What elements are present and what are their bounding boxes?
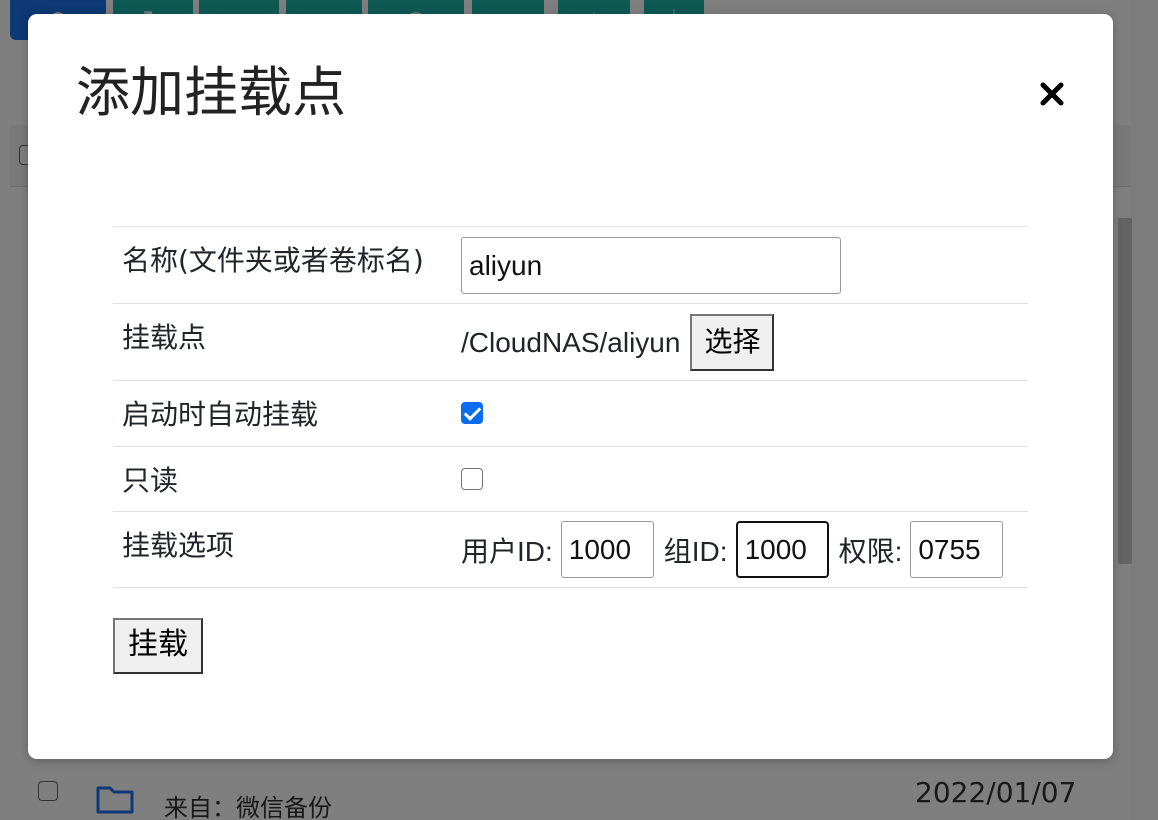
form-row-auto-mount: 启动时自动挂载	[113, 380, 1028, 447]
mount-form: 名称(文件夹或者卷标名) 挂载点 /CloudNAS/aliyun 选择 启动时自…	[113, 226, 1028, 588]
permission-input[interactable]	[910, 521, 1004, 578]
group-id-input[interactable]	[735, 521, 829, 578]
permission-label: 权限:	[838, 535, 903, 567]
mount-options-group: 用户ID: 组ID: 权限:	[461, 512, 1028, 587]
mount-button[interactable]: 挂载	[113, 618, 203, 674]
name-label: 名称(文件夹或者卷标名)	[113, 226, 452, 304]
group-id-label: 组ID:	[663, 535, 728, 567]
mount-point-path: /CloudNAS/aliyun	[461, 327, 681, 358]
read-only-checkbox[interactable]	[461, 468, 483, 490]
form-row-read-only: 只读	[113, 446, 1028, 512]
mount-point-label: 挂载点	[113, 303, 452, 381]
auto-mount-label: 启动时自动挂载	[113, 380, 452, 447]
auto-mount-checkbox[interactable]	[461, 402, 483, 424]
user-id-input[interactable]	[560, 521, 654, 578]
close-icon[interactable]	[1034, 76, 1070, 112]
form-row-mount-options: 挂载选项 用户ID: 组ID: 权限:	[113, 511, 1028, 588]
name-input[interactable]	[461, 237, 841, 294]
form-row-mount-point: 挂载点 /CloudNAS/aliyun 选择	[113, 303, 1028, 381]
dialog-title: 添加挂载点	[76, 61, 346, 124]
form-row-name: 名称(文件夹或者卷标名)	[113, 226, 1028, 304]
select-button[interactable]: 选择	[690, 314, 775, 371]
read-only-label: 只读	[113, 446, 452, 512]
user-id-label: 用户ID:	[461, 535, 553, 567]
add-mount-dialog: 添加挂载点 名称(文件夹或者卷标名) 挂载点 /CloudNAS/aliyun 选…	[28, 14, 1113, 759]
mount-options-label: 挂载选项	[113, 511, 452, 588]
